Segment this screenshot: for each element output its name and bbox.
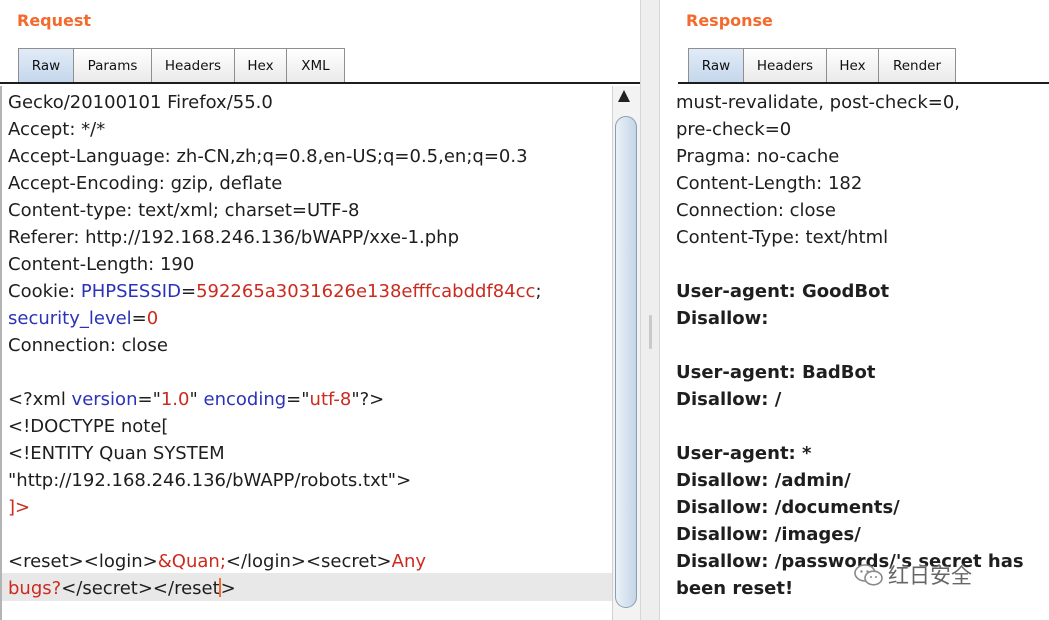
xml-body-line: bugs?</secret></reset> <box>8 575 236 602</box>
xml-open: <?xml <box>8 389 72 410</box>
response-editor[interactable]: must-revalidate, post-check=0, pre-check… <box>674 86 1049 620</box>
scrollbar-thumb[interactable] <box>615 116 637 608</box>
xml-text: bugs? <box>8 578 62 599</box>
cookie-prefix: Cookie: <box>8 281 81 302</box>
xml-eq: =" <box>286 389 310 410</box>
tab-headers[interactable]: Headers <box>151 48 235 83</box>
request-line: Accept-Encoding: gzip, deflate <box>8 173 283 194</box>
response-header-line: Content-Type: text/html <box>676 227 889 248</box>
request-line: Accept: */* <box>8 119 106 140</box>
response-header-line: Content-Length: 182 <box>676 173 863 194</box>
xml-declaration: <?xml version="1.0" encoding="utf-8"?> <box>8 386 384 413</box>
connection-line: Connection: close <box>8 335 168 356</box>
watermark-text: 红日安全 <box>888 564 972 588</box>
split-pane-divider[interactable] <box>640 0 660 620</box>
cookie-value: 592265a3031626e138efffcabddf84cc <box>196 281 536 302</box>
xml-attr-encoding: encoding <box>203 389 287 410</box>
response-header-line: Connection: close <box>676 200 836 221</box>
response-header-line: must-revalidate, post-check=0, <box>676 92 960 113</box>
request-line: Content-Length: 190 <box>8 254 195 275</box>
entity-reference: &Quan; <box>157 551 226 572</box>
tab-hex[interactable]: Hex <box>234 48 287 83</box>
tab-underline <box>678 82 1049 84</box>
tab-raw[interactable]: Raw <box>18 48 74 83</box>
tab-raw[interactable]: Raw <box>688 48 744 83</box>
entity-line: <!ENTITY Quan SYSTEM <box>8 443 225 464</box>
response-body-line: Disallow: / <box>676 389 782 410</box>
xml-tag: > <box>220 578 236 599</box>
tab-render[interactable]: Render <box>878 48 956 83</box>
xml-text: Any <box>391 551 426 572</box>
xml-body-line: <reset><login>&Quan;</login><secret>Any <box>8 548 426 575</box>
response-tabs: Raw Headers Hex Render <box>688 48 956 83</box>
request-scrollbar[interactable] <box>612 86 640 620</box>
tab-params[interactable]: Params <box>73 48 152 83</box>
watermark: 红日安全 <box>854 560 972 590</box>
response-body-line: Disallow: <box>676 308 769 329</box>
response-body-line: Disallow: /images/ <box>676 524 861 545</box>
tab-hex[interactable]: Hex <box>826 48 879 83</box>
request-editor[interactable]: Gecko/20100101 Firefox/55.0 Accept: */* … <box>0 86 612 620</box>
response-panel: Response Raw Headers Hex Render must-rev… <box>660 0 1049 620</box>
security-name: security_level <box>8 308 132 329</box>
response-body-line: Disallow: /admin/ <box>676 470 851 491</box>
doctype-end-line: ]> <box>8 497 31 518</box>
security-value: 0 <box>146 308 159 329</box>
request-title: Request <box>17 11 92 30</box>
request-line: Gecko/20100101 Firefox/55.0 <box>8 92 273 113</box>
xml-quote: " <box>189 389 204 410</box>
xml-tag: </secret></reset <box>61 578 220 599</box>
request-line: Referer: http://192.168.246.136/bWAPP/xx… <box>8 227 460 248</box>
response-header-line: pre-check=0 <box>676 119 792 140</box>
response-body-line: User-agent: * <box>676 443 812 464</box>
xml-val-version: 1.0 <box>160 389 190 410</box>
xml-tag: </login><secret> <box>225 551 392 572</box>
security-line: security_level=0 <box>8 305 158 332</box>
request-line: Accept-Language: zh-CN,zh;q=0.8,en-US;q=… <box>8 146 528 167</box>
cookie-end: ; <box>535 281 542 302</box>
response-body-line: User-agent: BadBot <box>676 362 876 383</box>
doctype-line: <!DOCTYPE note[ <box>8 416 169 437</box>
response-title: Response <box>686 11 773 30</box>
cookie-name: PHPSESSID <box>80 281 181 302</box>
response-header-line: Pragma: no-cache <box>676 146 840 167</box>
cookie-eq: = <box>180 281 197 302</box>
security-eq: = <box>131 308 147 329</box>
response-body-line: User-agent: GoodBot <box>676 281 890 302</box>
tab-xml[interactable]: XML <box>286 48 345 83</box>
divider-grip-icon[interactable] <box>649 315 652 349</box>
response-body-line: Disallow: /documents/ <box>676 497 900 518</box>
entity-url-line: "http://192.168.246.136/bWAPP/robots.txt… <box>8 470 412 491</box>
xml-tag: <reset><login> <box>8 551 158 572</box>
request-panel: Request Raw Params Headers Hex XML Gecko… <box>0 0 640 620</box>
xml-close: "?> <box>351 389 385 410</box>
xml-val-encoding: utf-8 <box>309 389 352 410</box>
tab-underline <box>0 82 640 84</box>
request-line: Content-type: text/xml; charset=UTF-8 <box>8 200 360 221</box>
wechat-icon <box>854 564 883 586</box>
cookie-line: Cookie: PHPSESSID=592265a3031626e138efff… <box>8 278 542 305</box>
xml-attr-version: version <box>71 389 138 410</box>
request-tabs: Raw Params Headers Hex XML <box>18 48 345 83</box>
response-body-line: been reset! <box>676 578 794 599</box>
tab-headers[interactable]: Headers <box>743 48 827 83</box>
scroll-up-arrow-icon[interactable] <box>618 90 630 102</box>
xml-eq: =" <box>137 389 161 410</box>
